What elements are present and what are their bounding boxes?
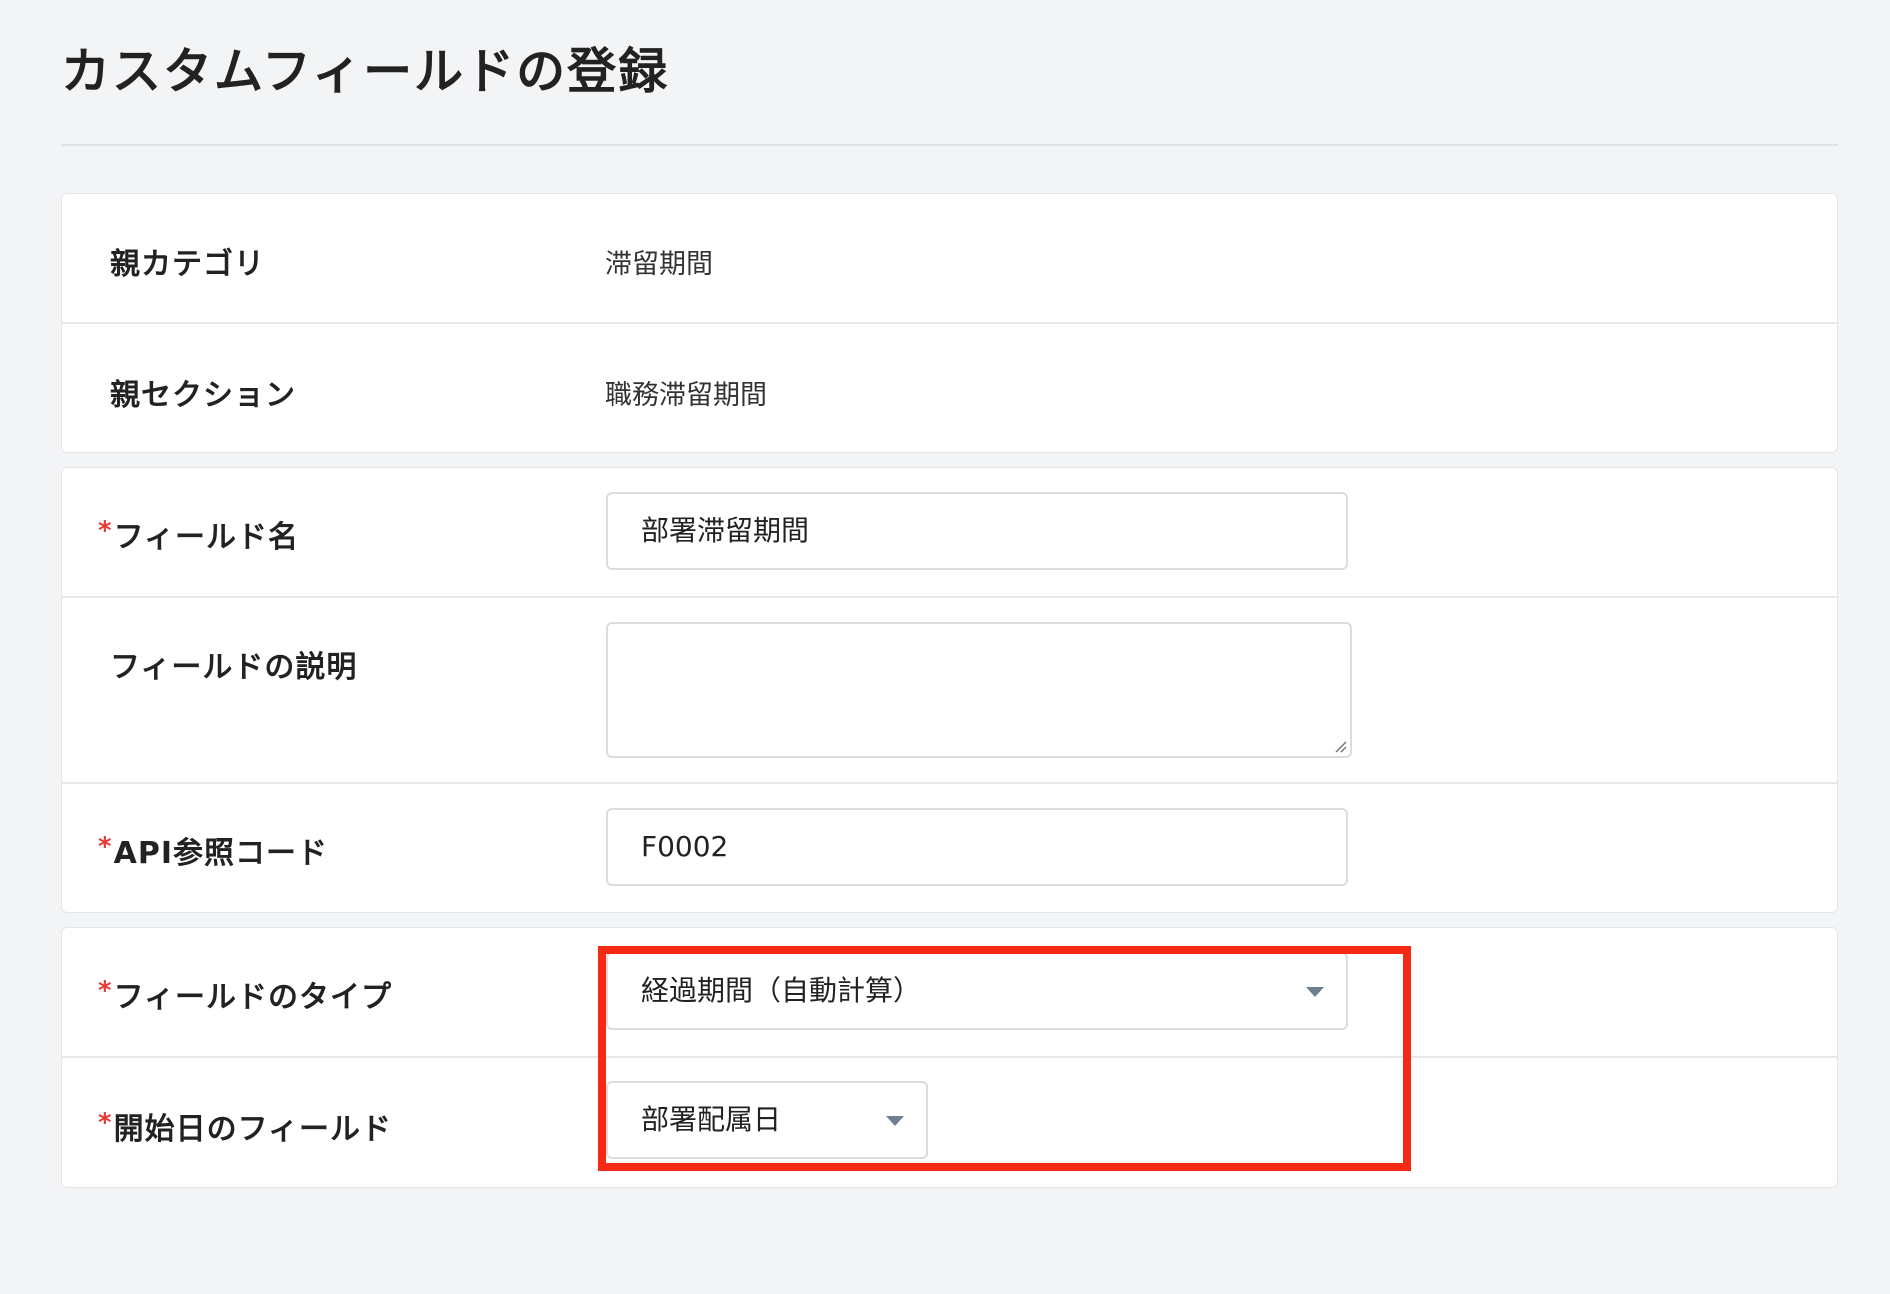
api-code-label: *API参照コード [98,828,328,872]
start-date-select[interactable]: 部署配属日 [606,1081,928,1159]
start-date-row: *開始日のフィールド 部署配属日 [62,1056,1837,1187]
api-code-label-text: API参照コード [113,836,328,871]
field-description-textarea[interactable] [606,622,1352,758]
parent-section-row: 親セクション 職務滞留期間 [62,322,1837,452]
parent-category-row: 親カテゴリ 滞留期間 [62,194,1837,322]
parent-section-label: 親セクション [110,378,296,413]
api-code-row: *API参照コード F0002 [62,782,1837,912]
field-type-label-text: フィールドのタイプ [113,980,393,1015]
field-name-row: *フィールド名 部署滞留期間 [62,468,1837,596]
resize-grip-icon[interactable] [1333,739,1347,753]
required-mark: * [98,832,113,862]
parent-section-value: 職務滞留期間 [605,380,767,411]
required-mark: * [98,1108,113,1138]
field-type-select[interactable]: 経過期間（自動計算） [606,952,1348,1030]
start-date-selected: 部署配属日 [641,1103,782,1136]
page-title: カスタムフィールドの登録 [61,43,670,100]
field-basic-card: *フィールド名 部署滞留期間 フィールドの説明 *API参照コード F0002 [61,467,1838,913]
field-name-label-text: フィールド名 [113,520,300,555]
start-date-label-text: 開始日のフィールド [113,1112,393,1147]
page: カスタムフィールドの登録 親カテゴリ 滞留期間 親セクション 職務滞留期間 *フ… [61,0,1838,1188]
caret-down-icon[interactable] [1306,987,1324,997]
field-type-row: *フィールドのタイプ 経過期間（自動計算） [62,928,1837,1056]
api-code-input[interactable]: F0002 [606,808,1348,886]
title-divider [61,144,1838,146]
field-type-selected: 経過期間（自動計算） [641,974,922,1007]
start-date-label: *開始日のフィールド [98,1104,392,1148]
parent-info-card: 親カテゴリ 滞留期間 親セクション 職務滞留期間 [61,193,1838,453]
field-type-card: *フィールドのタイプ 経過期間（自動計算） *開始日のフィールド 部署配属日 [61,927,1838,1188]
parent-category-value: 滞留期間 [605,249,713,280]
required-mark: * [98,976,113,1006]
required-mark: * [98,516,113,546]
field-description-row: フィールドの説明 [62,596,1837,782]
caret-down-icon[interactable] [886,1116,904,1126]
field-name-label: *フィールド名 [98,512,299,556]
field-type-label: *フィールドのタイプ [98,972,392,1016]
field-name-input[interactable]: 部署滞留期間 [606,492,1348,570]
field-description-label: フィールドの説明 [110,650,358,685]
parent-category-label: 親カテゴリ [110,247,265,282]
